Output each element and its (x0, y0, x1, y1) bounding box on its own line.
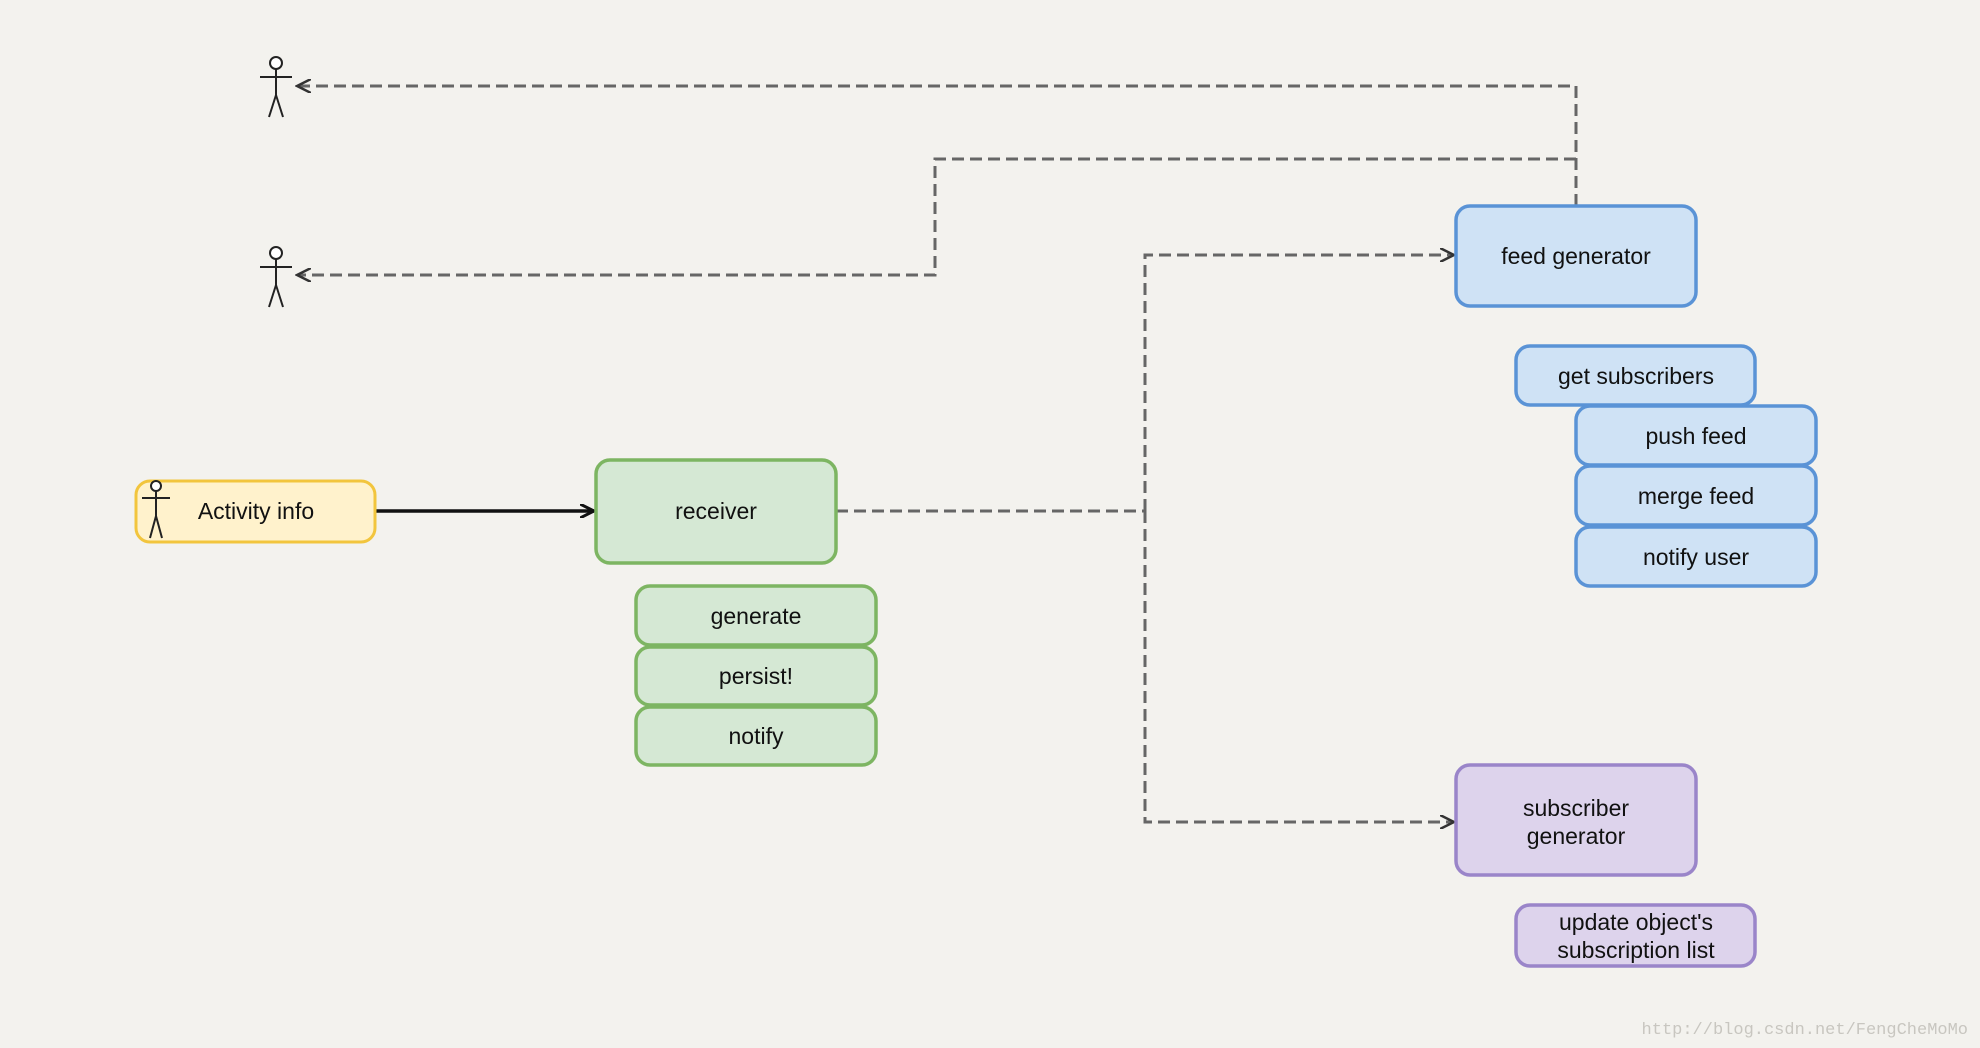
diagram-canvas: Activity info receiver generate persist!… (134, 56, 1968, 1040)
subscriber-generator-label-line2: generator (1527, 823, 1626, 849)
edge-feed-to-actor-2 (297, 157, 1576, 275)
step-label: merge feed (1638, 483, 1754, 509)
receiver-node[interactable]: receiver (594, 458, 838, 565)
receiver-step-generate[interactable]: generate (634, 584, 878, 647)
feed-generator-node[interactable]: feed generator (1454, 204, 1698, 308)
feed-step-push-feed[interactable]: push feed (1574, 404, 1818, 467)
subscriber-generator-label-line1: subscriber (1523, 795, 1629, 821)
receiver-step-persist[interactable]: persist! (634, 645, 878, 707)
subscriber-step-update-subscription-list[interactable]: update object's subscription list (1514, 903, 1757, 968)
activity-info-node[interactable]: Activity info (134, 479, 377, 544)
step-label: push feed (1645, 423, 1746, 449)
feed-generator-label: feed generator (1501, 243, 1651, 269)
feed-step-notify-user[interactable]: notify user (1574, 525, 1818, 588)
step-label: persist! (719, 663, 793, 689)
step-label-line2: subscription list (1557, 937, 1715, 963)
step-label: get subscribers (1558, 363, 1714, 389)
watermark: http://blog.csdn.net/FengCheMoMo (1642, 1021, 1968, 1040)
feed-step-get-subscribers[interactable]: get subscribers (1514, 344, 1757, 407)
edge-to-feed-generator (1143, 255, 1454, 511)
activity-info-label: Activity info (198, 498, 314, 524)
actor-icon (260, 56, 292, 118)
step-label-line1: update object's (1559, 909, 1713, 935)
step-label: notify (729, 723, 784, 749)
step-label: generate (711, 603, 802, 629)
subscriber-generator-node[interactable]: subscriber generator (1454, 763, 1698, 877)
receiver-step-notify[interactable]: notify (634, 705, 878, 767)
feed-step-merge-feed[interactable]: merge feed (1574, 464, 1818, 527)
actor-icon (260, 246, 292, 308)
step-label: notify user (1643, 544, 1749, 570)
receiver-label: receiver (675, 498, 757, 524)
edge-to-subscriber-generator (1143, 511, 1454, 822)
